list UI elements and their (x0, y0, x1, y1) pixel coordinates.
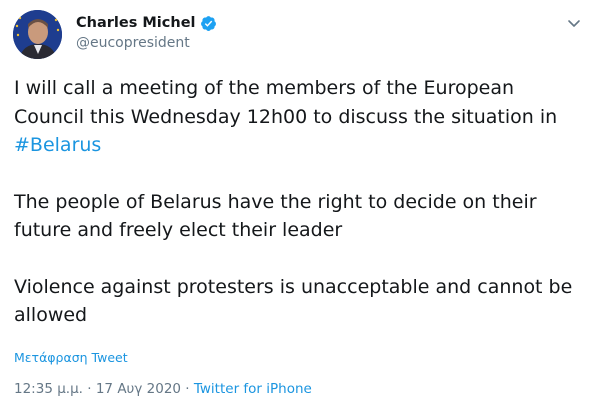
verified-badge-icon (200, 15, 217, 32)
tweet-time[interactable]: 12:35 μ.μ. (14, 381, 83, 397)
avatar-image (13, 10, 62, 59)
tweet-paragraph-2: The people of Belarus have the right to … (14, 188, 584, 245)
tweet-text-paragraph3: Violence against protesters is unaccepta… (14, 275, 573, 327)
meta-separator: · (82, 381, 96, 397)
avatar[interactable] (13, 10, 62, 59)
author-name-row[interactable]: Charles Michel (76, 13, 217, 33)
tweet-text-paragraph2: The people of Belarus have the right to … (14, 190, 537, 242)
tweet-text-line1: I will call a meeting of the members of … (14, 77, 558, 128)
display-name[interactable]: Charles Michel (76, 15, 196, 31)
tweet-paragraph-1: I will call a meeting of the members of … (14, 74, 584, 160)
chevron-down-icon (568, 20, 580, 27)
tweet-menu-button[interactable] (565, 14, 583, 32)
tweet-meta: 12:35 μ.μ. · 17 Αυγ 2020 · Twitter for i… (14, 381, 312, 397)
tweet-body: I will call a meeting of the members of … (14, 74, 584, 358)
tweet-date[interactable]: 17 Αυγ 2020 (96, 381, 181, 397)
meta-separator-2: · (181, 381, 194, 397)
tweet-paragraph-3: Violence against protesters is unaccepta… (14, 273, 584, 330)
hashtag-link[interactable]: #Belarus (14, 134, 101, 156)
author-handle[interactable]: @eucopresident (76, 35, 190, 51)
tweet-source-link[interactable]: Twitter for iPhone (194, 381, 312, 397)
translate-tweet-link[interactable]: Μετάφραση Tweet (14, 350, 128, 365)
tweet-card: Charles Michel @eucopresident I will cal… (0, 0, 596, 411)
